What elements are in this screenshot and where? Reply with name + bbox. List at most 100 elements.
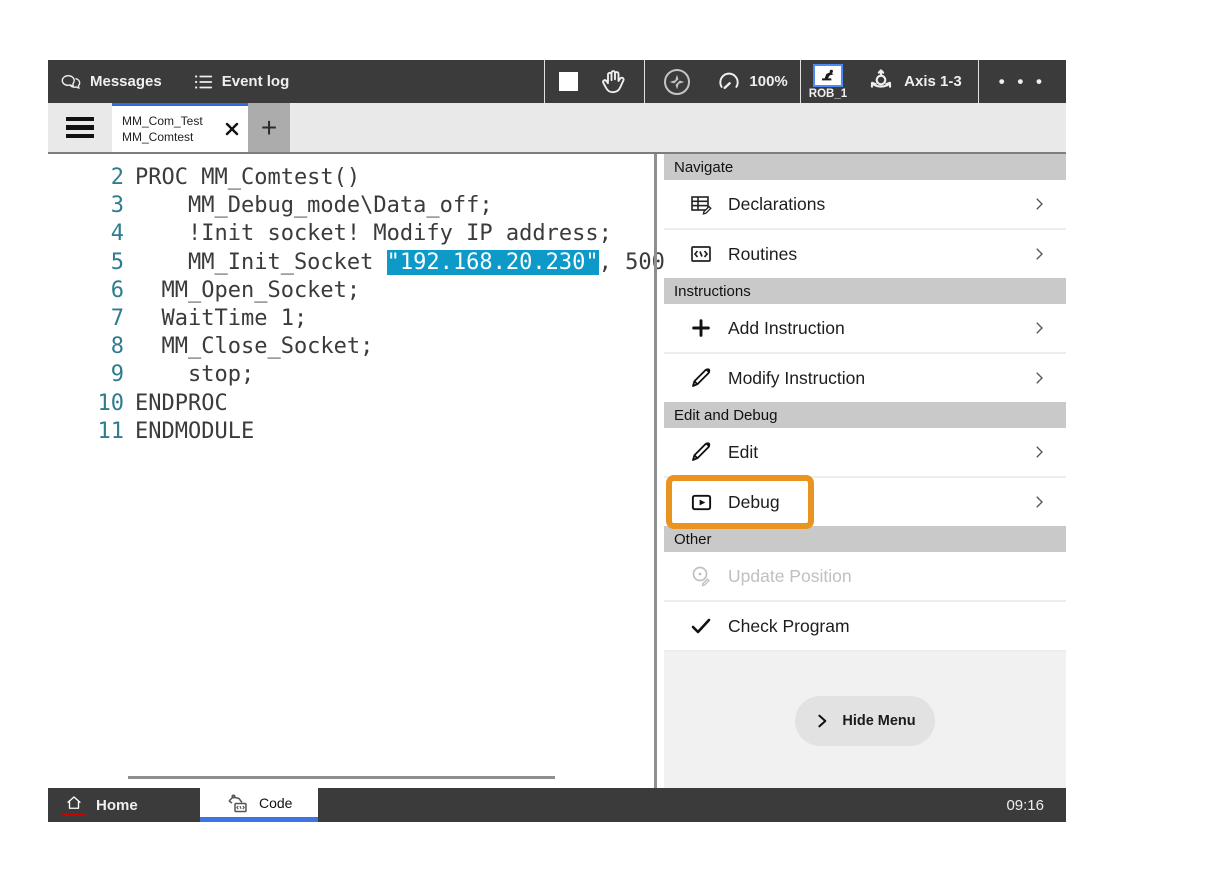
line-number: 2 (94, 164, 124, 192)
hide-menu-button[interactable]: Hide Menu (795, 696, 935, 746)
menu-item-label: Check Program (728, 616, 1048, 637)
code-app-icon (225, 791, 251, 815)
axis-selector-button[interactable]: Axis 1-3 (855, 60, 978, 103)
code-line[interactable]: 7 WaitTime 1; (94, 305, 664, 333)
speed-value: 100% (749, 73, 787, 90)
home-button[interactable]: Home (48, 788, 154, 822)
bottom-task-bar: Home Code 09:16 (48, 788, 1066, 822)
section-header-other: Other (664, 526, 1066, 552)
section-header-edit-and-debug: Edit and Debug (664, 402, 1066, 428)
clock: 09:16 (1006, 788, 1066, 822)
tab-close-button[interactable] (222, 119, 242, 139)
speed-button[interactable]: 100% (703, 60, 799, 103)
new-tab-button[interactable]: + (248, 103, 290, 152)
line-number: 10 (94, 390, 124, 418)
code-text: ENDPROC (135, 391, 228, 416)
menu-item-routines[interactable]: Routines (664, 230, 1066, 278)
menu-item-add-instruction[interactable]: Add Instruction (664, 304, 1066, 352)
menu-item-label: Add Instruction (728, 318, 1030, 339)
chevron-right-icon (1030, 245, 1048, 263)
messages-button[interactable]: Messages (48, 60, 174, 103)
home-label: Home (96, 797, 138, 814)
horizontal-scrollbar[interactable] (128, 776, 555, 779)
editor-tab-bar: MM_Com_Test MM_Comtest + (48, 103, 1066, 154)
robot-label: ROB_1 (809, 88, 847, 100)
event-log-label: Event log (222, 73, 290, 90)
line-number: 11 (94, 418, 124, 446)
menu-item-label: Declarations (728, 194, 1030, 215)
file-tab[interactable]: MM_Com_Test MM_Comtest (112, 103, 248, 152)
update-position-icon (688, 564, 714, 588)
code-text: !Init socket! Modify IP address; (135, 221, 612, 246)
selected-ip-address[interactable]: "192.168.20.230" (387, 250, 599, 275)
code-text: MM_Init_Socket "192.168.20.230", 50000; (135, 250, 664, 275)
menu-item-label: Update Position (728, 566, 1048, 587)
more-options-button[interactable]: • • • (979, 72, 1066, 92)
chevron-right-icon (1030, 443, 1048, 461)
chevron-right-icon (1030, 493, 1048, 511)
panel-footer-area: Hide Menu (664, 650, 1066, 788)
code-line[interactable]: 8 MM_Close_Socket; (94, 333, 664, 361)
chevron-right-icon (1030, 319, 1048, 337)
code-line[interactable]: 9 stop; (94, 361, 664, 389)
chevron-right-icon (1030, 195, 1048, 213)
menu-item-modify-instruction[interactable]: Modify Instruction (664, 354, 1066, 402)
home-active-underline (62, 813, 86, 816)
routines-icon (688, 242, 714, 266)
menu-item-label: Debug (728, 492, 1030, 513)
code-line[interactable]: 6 MM_Open_Socket; (94, 277, 664, 305)
chevron-right-icon (814, 713, 830, 729)
menu-hamburger-button[interactable] (48, 103, 112, 152)
line-number: 5 (94, 249, 124, 277)
code-line[interactable]: 10 ENDPROC (94, 390, 664, 418)
code-line[interactable]: 2 PROC MM_Comtest() (94, 164, 664, 192)
menu-item-debug[interactable]: Debug (664, 478, 1066, 526)
line-number: 4 (94, 220, 124, 248)
event-log-icon (192, 71, 214, 93)
stop-button[interactable] (545, 60, 592, 103)
main-content: 2 PROC MM_Comtest() 3 MM_Debug_mode\Data_… (48, 154, 1066, 788)
code-text: MM_Open_Socket; (135, 278, 360, 303)
app-window: Messages Event log (48, 60, 1066, 822)
code-editor[interactable]: 2 PROC MM_Comtest() 3 MM_Debug_mode\Data_… (48, 154, 664, 788)
code-line[interactable]: 3 MM_Debug_mode\Data_off; (94, 192, 664, 220)
messages-icon (60, 71, 82, 93)
motors-off-button[interactable] (645, 60, 703, 103)
robot-selector-button[interactable]: ROB_1 (801, 60, 855, 103)
code-app-tab[interactable]: Code (200, 788, 318, 822)
motors-off-icon (661, 66, 693, 98)
code-line[interactable]: 4 !Init socket! Modify IP address; (94, 220, 664, 248)
stop-icon (559, 72, 578, 91)
messages-label: Messages (90, 73, 162, 90)
code-text: WaitTime 1; (135, 306, 307, 331)
bottombar-spacer (318, 788, 1007, 822)
code-line[interactable]: 11 ENDMODULE (94, 418, 664, 446)
file-tab-module-name: MM_Com_Test (122, 114, 222, 128)
chevron-right-icon (1030, 369, 1048, 387)
checkmark-icon (688, 614, 714, 638)
code-text: PROC MM_Comtest() (135, 165, 360, 190)
hand-icon (598, 67, 630, 97)
context-menu-panel: Navigate Declarations (664, 154, 1066, 788)
file-tab-routine-name: MM_Comtest (122, 130, 222, 144)
section-header-navigate: Navigate (664, 154, 1066, 180)
menu-item-label: Edit (728, 442, 1030, 463)
menu-item-check-program[interactable]: Check Program (664, 602, 1066, 650)
line-number: 3 (94, 192, 124, 220)
pencil-icon (688, 440, 714, 464)
vertical-scrollbar[interactable] (654, 154, 657, 788)
line-number: 8 (94, 333, 124, 361)
speedometer-icon (715, 69, 743, 95)
menu-item-label: Modify Instruction (728, 368, 1030, 389)
section-header-instructions: Instructions (664, 278, 1066, 304)
file-tab-names: MM_Com_Test MM_Comtest (122, 114, 222, 144)
axis-label: Axis 1-3 (904, 73, 962, 90)
code-line[interactable]: 5 MM_Init_Socket "192.168.20.230", 50000… (94, 249, 664, 277)
menu-item-declarations[interactable]: Declarations (664, 180, 1066, 228)
code-text: ENDMODULE (135, 419, 254, 444)
event-log-button[interactable]: Event log (174, 60, 302, 103)
top-status-bar: Messages Event log (48, 60, 1066, 103)
declarations-icon (688, 192, 714, 216)
manual-mode-button[interactable] (592, 60, 644, 103)
menu-item-edit[interactable]: Edit (664, 428, 1066, 476)
